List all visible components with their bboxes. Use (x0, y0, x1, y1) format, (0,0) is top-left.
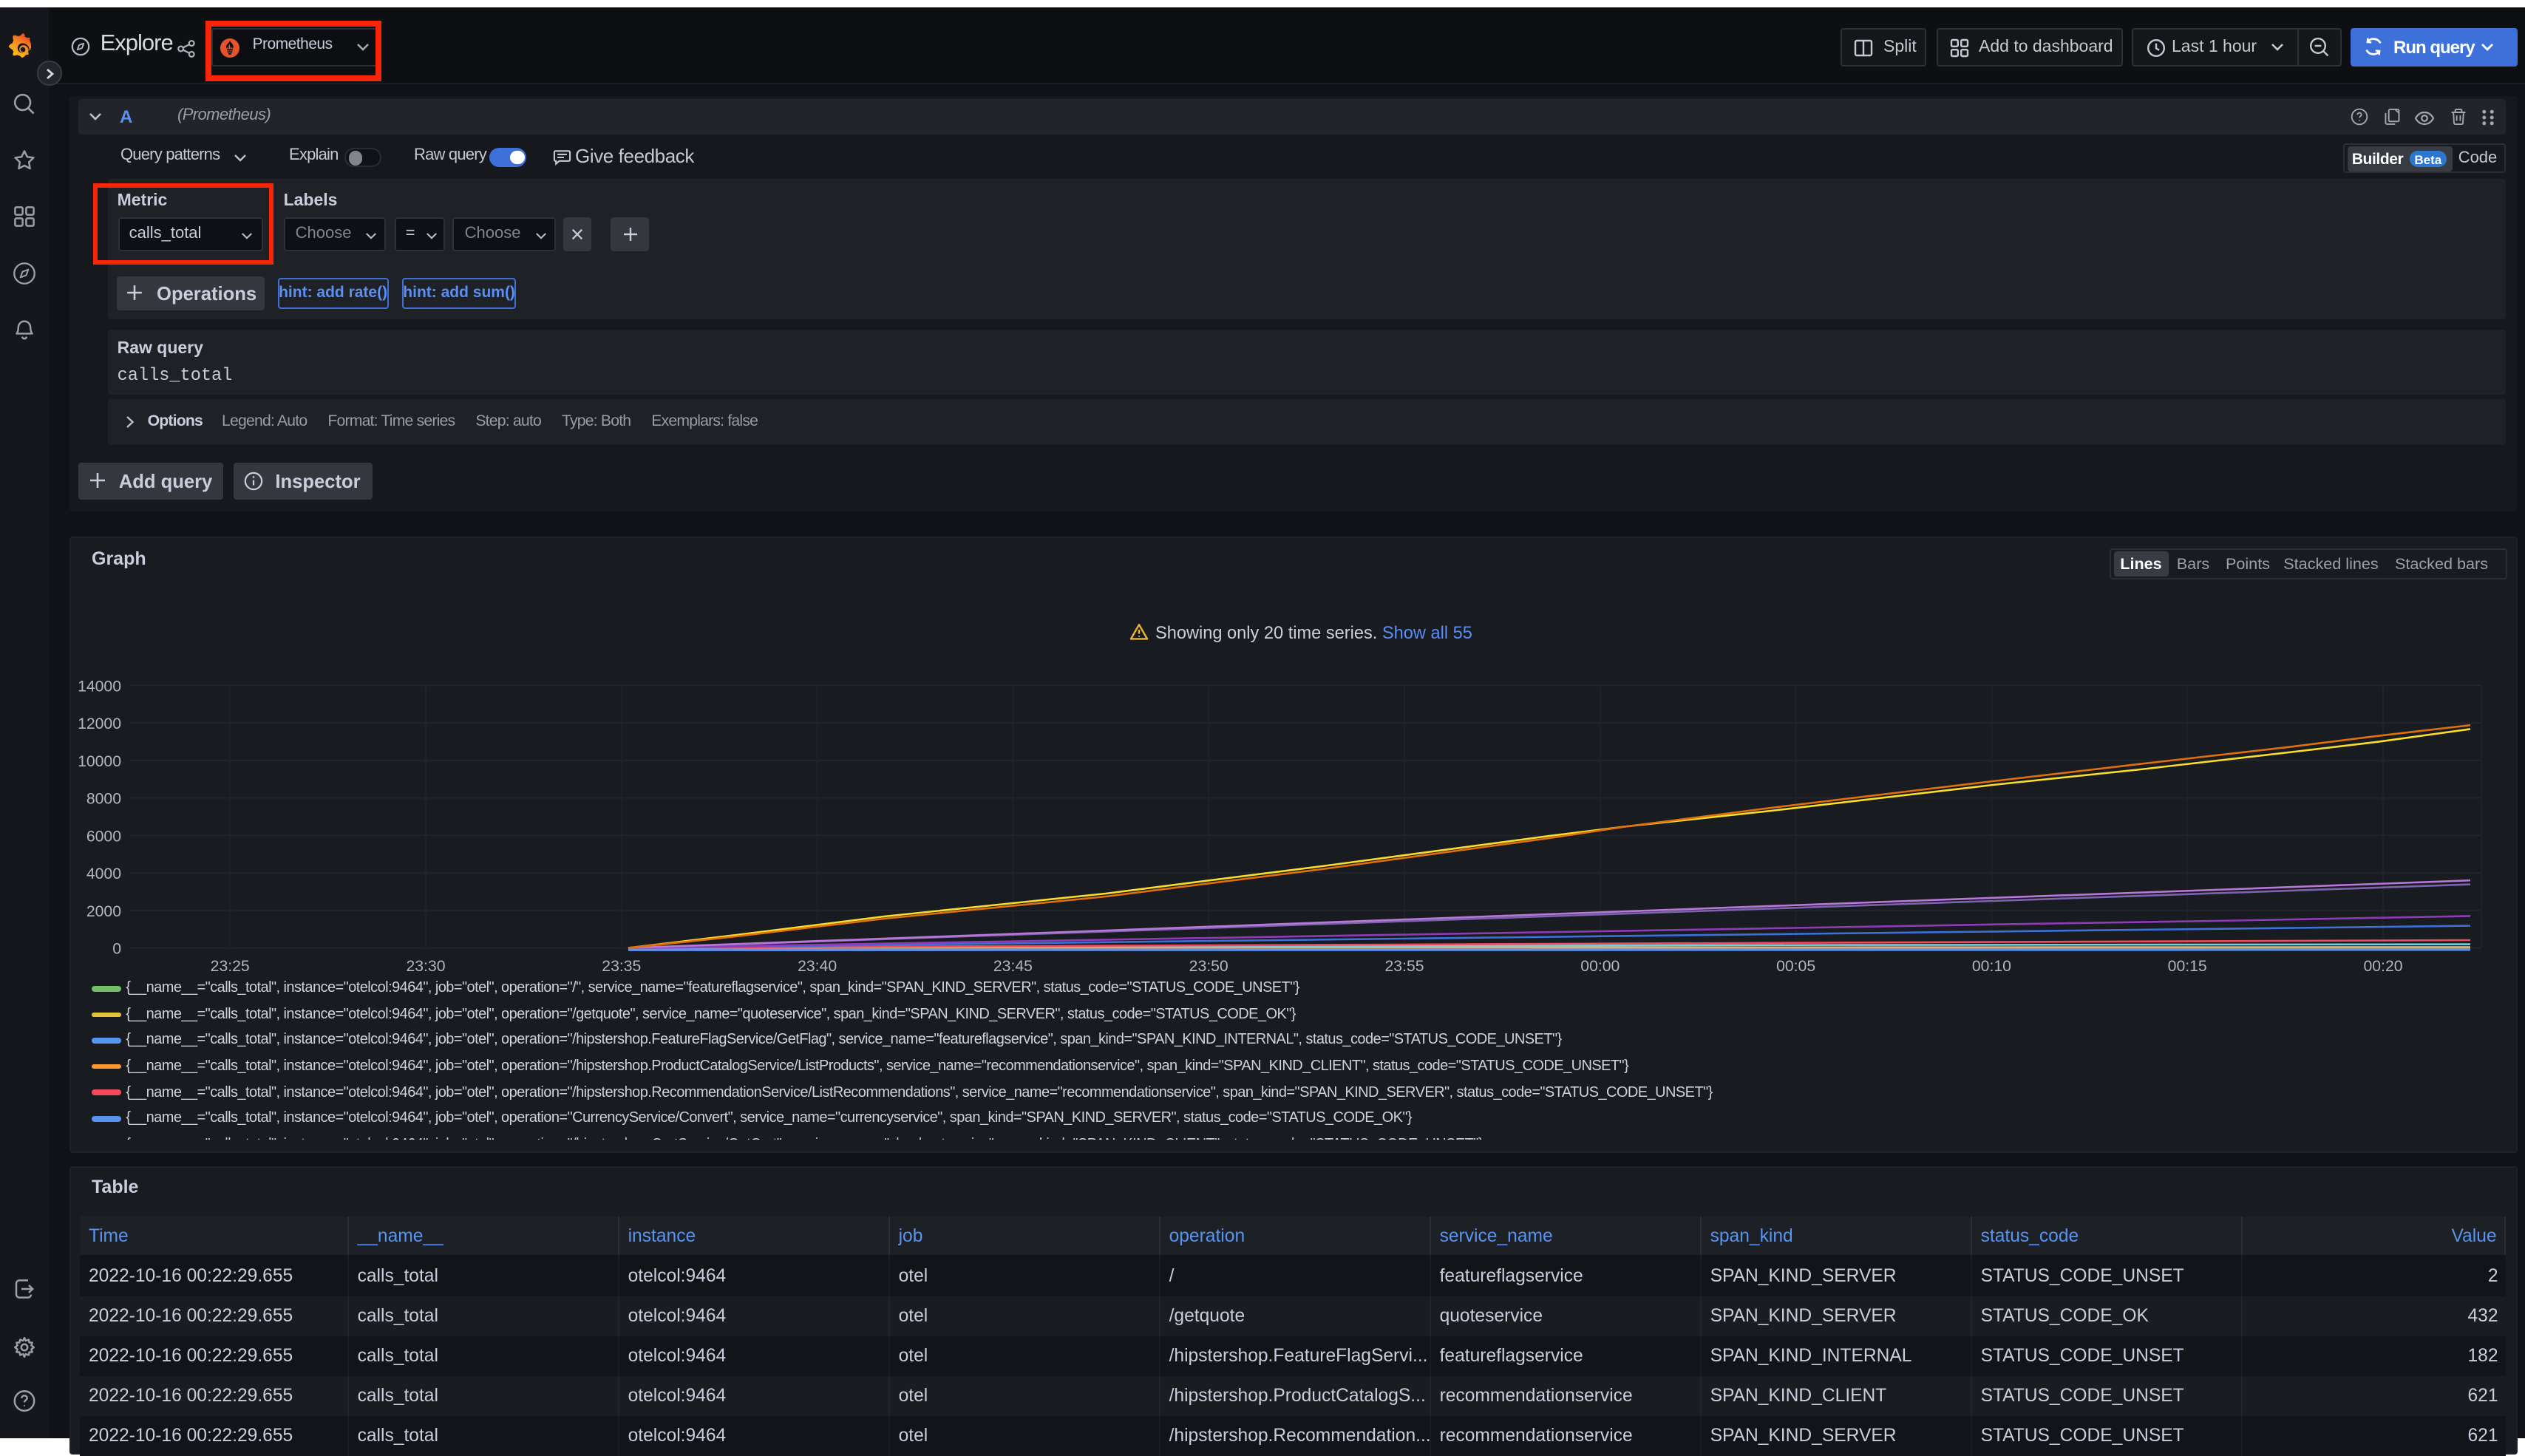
svg-text:23:55: 23:55 (1384, 958, 1424, 975)
svg-text:23:30: 23:30 (406, 958, 445, 975)
svg-text:6000: 6000 (86, 828, 121, 845)
svg-text:00:00: 00:00 (1580, 958, 1620, 975)
svg-text:10000: 10000 (78, 753, 121, 770)
svg-text:00:10: 00:10 (1972, 958, 2011, 975)
svg-text:00:15: 00:15 (2168, 958, 2207, 975)
svg-text:14000: 14000 (78, 678, 121, 695)
svg-text:23:50: 23:50 (1189, 958, 1228, 975)
svg-text:23:25: 23:25 (211, 958, 250, 975)
svg-text:4000: 4000 (86, 865, 121, 882)
svg-text:8000: 8000 (86, 791, 121, 808)
svg-text:12000: 12000 (78, 715, 121, 732)
svg-text:00:20: 00:20 (2363, 958, 2402, 975)
svg-text:23:45: 23:45 (993, 958, 1033, 975)
svg-text:23:40: 23:40 (798, 958, 837, 975)
svg-text:00:05: 00:05 (1776, 958, 1815, 975)
svg-text:0: 0 (112, 941, 121, 958)
svg-text:23:35: 23:35 (602, 958, 641, 975)
svg-text:2000: 2000 (86, 903, 121, 920)
